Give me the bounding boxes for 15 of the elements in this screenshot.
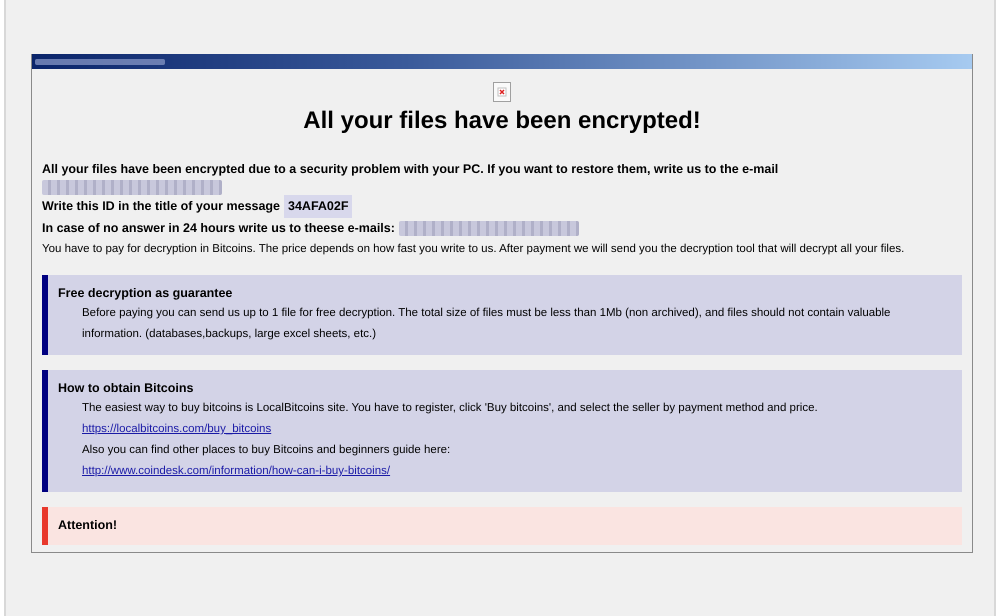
payment-text: You have to pay for decryption in Bitcoins. The price depends on how fast you write to us. After payment we will send you the decryption tool that will decrypt all your files. xyxy=(42,242,906,257)
broken-image-icon xyxy=(493,82,511,102)
id-label: Write this ID in the title of your message xyxy=(42,198,280,215)
id-value: 34AFA02F xyxy=(284,195,352,218)
section-text: Also you can find other places to buy Bitcoins and beginners guide here: xyxy=(82,443,452,458)
backup-email-label: In case of no answer in 24 hours write us to theese e-mails: xyxy=(42,220,395,237)
section-text: The easiest way to buy bitcoins is LocalBitcoins site. You have to register, click 'Buy bitcoins', and select the seller by payment method and price. xyxy=(82,401,819,416)
section-title: Attention! xyxy=(58,517,118,534)
section-text: Before paying you can send us up to 1 file for free decryption. The total size of files must be less than 1Mb (non archived), and files should not contain valuable information. (databases,backups, large excel sheets, etc.) xyxy=(82,306,892,342)
section-title: Free decryption as guarantee xyxy=(58,285,234,302)
link[interactable]: http://www.coindesk.com/information/how-can-i-buy-bitcoins/ xyxy=(82,465,390,477)
page-heading: All your files have been encrypted! xyxy=(302,107,702,135)
link[interactable]: https://localbitcoins.com/buy_bitcoins xyxy=(82,423,272,435)
section-title: How to obtain Bitcoins xyxy=(58,380,194,397)
intro-text: All your files have been encrypted due to a security problem with your PC. If you want to restore them, write us to the e-mail xyxy=(42,161,780,178)
